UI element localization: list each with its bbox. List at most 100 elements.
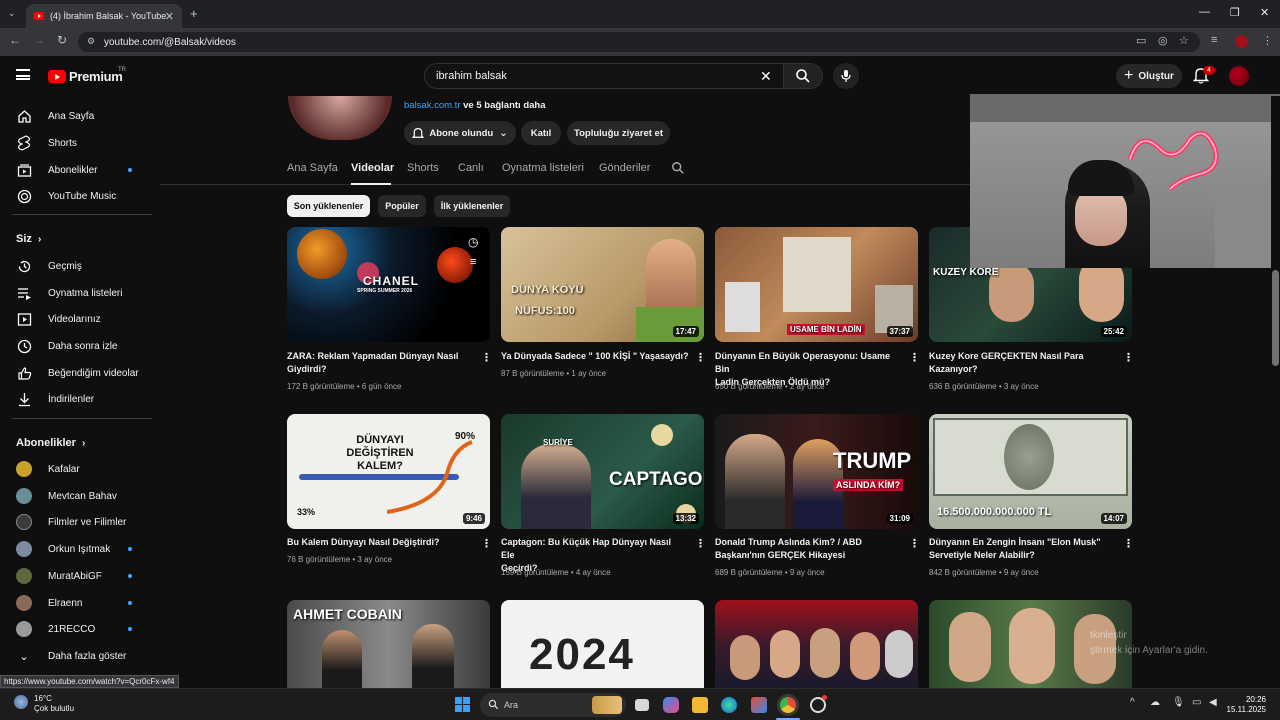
video-thumbnail[interactable]: SURİYE CAPTAGON 13:32 [501, 414, 704, 529]
search-button[interactable] [783, 63, 823, 89]
video-thumbnail[interactable] [715, 600, 918, 688]
tab-posts[interactable]: Gönderiler [599, 162, 650, 174]
channel-avatar-large[interactable] [288, 96, 392, 140]
subscribed-button[interactable]: Abone olundu ⌄ [404, 121, 516, 145]
video-menu-icon[interactable]: ⋮ [1123, 351, 1134, 364]
scrollbar-thumb[interactable] [1272, 270, 1279, 366]
weather-widget[interactable]: 16°C Çok bulutlu [34, 694, 74, 714]
tab-shorts[interactable]: Shorts [407, 162, 439, 174]
site-info-icon[interactable]: ⚙ [87, 36, 95, 47]
video-thumbnail[interactable]: DÜNYAYI DEĞİŞTİREN KALEM? 90% 33% 9:46 [287, 414, 490, 529]
channel-search-icon[interactable] [671, 161, 685, 175]
weather-icon[interactable] [14, 695, 28, 709]
sidebar-item-liked-videos[interactable]: Beğendiğim videolar [0, 360, 152, 386]
media-icon[interactable]: ≡ [1211, 34, 1217, 46]
add-to-queue-icon[interactable]: ≡ [470, 256, 476, 268]
tab-videos[interactable]: Videolar [351, 162, 394, 174]
minimize-icon[interactable]: — [1199, 6, 1210, 18]
video-menu-icon[interactable]: ⋮ [909, 351, 920, 364]
video-thumbnail[interactable]: CHANEL SPRING SUMMER 2026 ◷ ≡ [287, 227, 490, 342]
video-menu-icon[interactable]: ⋮ [909, 537, 920, 550]
reload-icon[interactable]: ↻ [57, 33, 67, 47]
sidebar-item-your-videos[interactable]: Videolarınız [0, 306, 152, 332]
video-thumbnail[interactable]: USAME BİN LADİN 37:37 [715, 227, 918, 342]
video-menu-icon[interactable]: ⋮ [481, 537, 492, 550]
volume-icon[interactable]: ◀ [1209, 697, 1217, 708]
channel-website-link[interactable]: balsak.com.tr [404, 100, 461, 111]
youtube-premium-logo[interactable]: Premium TR [48, 67, 126, 84]
restore-icon[interactable]: ❐ [1230, 6, 1240, 19]
copilot-icon[interactable] [663, 697, 679, 713]
network-icon[interactable]: ▭ [1192, 697, 1201, 708]
filter-oldest[interactable]: İlk yüklenenler [434, 195, 510, 217]
sidebar-heading-subscriptions[interactable]: Abonelikler › [16, 437, 85, 449]
taskbar-clock[interactable]: 20:26 15.11.2025 [1226, 695, 1266, 715]
filter-latest[interactable]: Son yüklenenler [287, 195, 370, 217]
tab-close-icon[interactable]: ✕ [165, 10, 174, 23]
visit-community-button[interactable]: Topluluğu ziyaret et [567, 121, 670, 145]
video-title[interactable]: Dünyanın En Zengin İnsanı "Elon Musk" Ser… [929, 536, 1109, 562]
voice-search-button[interactable] [833, 63, 859, 89]
profile-icon[interactable] [1235, 35, 1248, 48]
file-explorer-icon[interactable] [692, 697, 708, 713]
video-thumbnail[interactable]: 16.500.000.000.000 TL 14:07 [929, 414, 1132, 529]
taskbar-search[interactable]: Ara [480, 693, 626, 717]
video-title[interactable]: Ya Dünyada Sadece " 100 KİŞİ " Yaşasaydı… [501, 350, 691, 363]
video-title[interactable]: Bu Kalem Dünyayı Nasıl Değiştirdi? [287, 536, 467, 549]
tab-live[interactable]: Canlı [458, 162, 484, 174]
video-menu-icon[interactable]: ⋮ [1123, 537, 1134, 550]
new-tab-icon[interactable]: + [190, 6, 198, 21]
hide-icon[interactable]: ◎ [1158, 34, 1168, 47]
sidebar-item-playlists[interactable]: Oynatma listeleri [0, 280, 152, 306]
video-title[interactable]: Donald Trump Aslında Kim? / ABD Başkanı'n… [715, 536, 895, 562]
video-menu-icon[interactable]: ⋮ [481, 351, 492, 364]
video-thumbnail[interactable]: AHMET COBAIN [287, 600, 490, 688]
bookmark-star-icon[interactable]: ☆ [1179, 34, 1189, 47]
filter-popular[interactable]: Popüler [378, 195, 426, 217]
video-menu-icon[interactable]: ⋮ [695, 537, 706, 550]
sidebar-item-downloads[interactable]: İndirilenler [0, 386, 152, 412]
sidebar-channel-item[interactable]: Kafalar [0, 456, 152, 482]
video-thumbnail[interactable]: 2024 [501, 600, 704, 688]
sidebar-item-shorts[interactable]: Shorts [0, 130, 152, 156]
sidebar-item-watch-later[interactable]: Daha sonra izle [0, 333, 152, 359]
sidebar-channel-item[interactable]: Mevtcan Bahav [0, 483, 152, 509]
onedrive-icon[interactable]: ☁ [1150, 697, 1160, 708]
window-close-icon[interactable]: ✕ [1260, 6, 1269, 19]
video-thumbnail[interactable]: TRUMP ASLINDA KİM? 31:09 [715, 414, 918, 529]
sidebar-show-more[interactable]: ⌄ Daha fazla göster [0, 643, 152, 669]
sidebar-heading-you[interactable]: Siz › [16, 233, 41, 245]
sidebar-channel-item[interactable]: Orkun Işıtmak [0, 536, 152, 562]
microphone-icon[interactable]: 🎙 [1172, 697, 1185, 708]
create-button[interactable]: + Oluştur [1116, 64, 1182, 88]
tab-search-icon[interactable]: ⌄ [8, 8, 16, 19]
task-view-icon[interactable] [635, 699, 649, 711]
sidebar-item-youtube-music[interactable]: YouTube Music [0, 183, 152, 209]
sidebar-channel-item[interactable]: MuratAbiGF [0, 563, 152, 589]
tab-playlists[interactable]: Oynatma listeleri [502, 162, 584, 174]
show-hidden-icons-icon[interactable]: ^ [1130, 697, 1135, 708]
scrollbar[interactable] [1271, 96, 1280, 688]
forward-icon[interactable]: → [33, 33, 45, 47]
back-icon[interactable]: ← [9, 33, 21, 47]
sidebar-item-home[interactable]: Ana Sayfa [0, 103, 152, 129]
sidebar-channel-item[interactable]: Filmler ve Filimler [0, 509, 152, 535]
video-title[interactable]: ZARA: Reklam Yapmadan Dünyayı Nasıl Giydi… [287, 350, 467, 376]
store-icon[interactable] [751, 697, 767, 713]
sidebar-channel-item[interactable]: Elraenn [0, 590, 152, 616]
more-links-button[interactable]: ve 5 bağlantı daha [463, 100, 545, 111]
video-title[interactable]: Kuzey Kore GERÇEKTEN Nasıl Para Kazanıyor… [929, 350, 1109, 376]
browser-tab[interactable]: (4) İbrahim Balsak - YouTube ✕ [26, 4, 182, 28]
sidebar-channel-item[interactable]: 21RECCO [0, 616, 152, 642]
watch-later-icon[interactable]: ◷ [468, 235, 478, 249]
chrome-icon[interactable] [780, 697, 796, 713]
clear-search-icon[interactable]: ✕ [760, 68, 772, 85]
cast-icon[interactable]: ▭ [1136, 34, 1146, 47]
account-avatar[interactable] [1229, 66, 1249, 86]
sidebar-item-history[interactable]: Geçmiş [0, 253, 152, 279]
edge-icon[interactable] [721, 697, 737, 713]
tab-home[interactable]: Ana Sayfa [287, 162, 338, 174]
hamburger-menu-icon[interactable] [16, 69, 30, 80]
start-icon[interactable] [455, 697, 470, 712]
join-button[interactable]: Katıl [521, 121, 561, 145]
